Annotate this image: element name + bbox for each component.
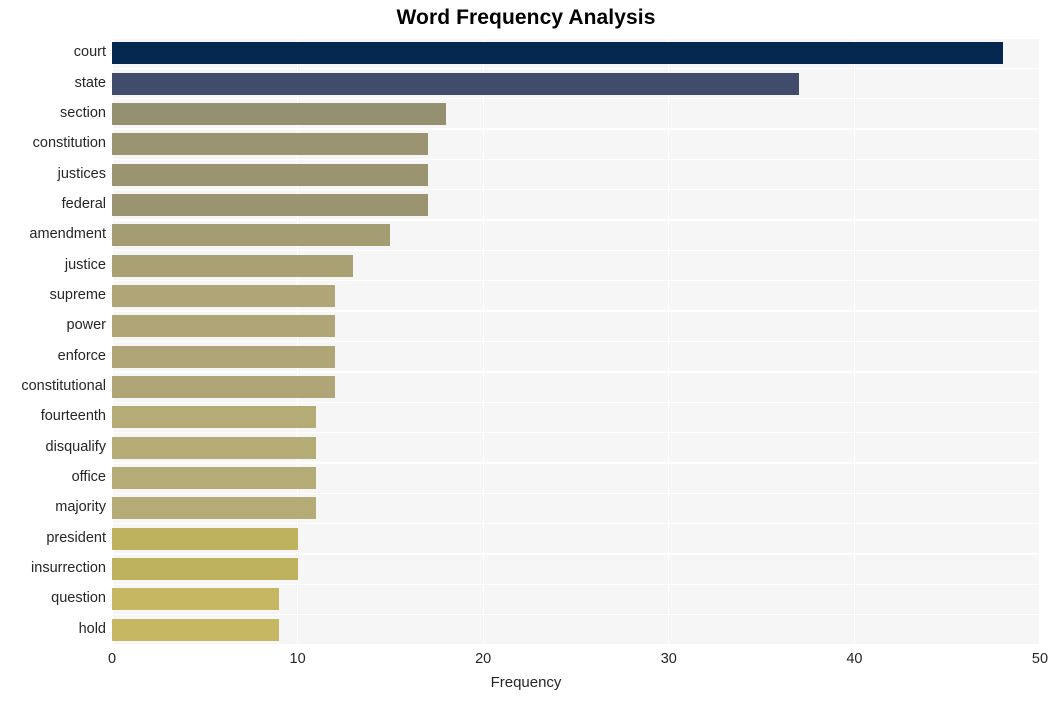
gridline-horizontal <box>112 98 1040 100</box>
y-tick-label: justice <box>64 256 106 273</box>
gridline-horizontal <box>112 189 1040 191</box>
bar <box>112 558 298 581</box>
x-tick-label: 30 <box>660 651 677 667</box>
gridline-horizontal <box>112 67 1040 70</box>
y-tick-label: federal <box>61 195 106 212</box>
bar <box>112 618 280 641</box>
y-tick-label: fourteenth <box>40 408 106 425</box>
x-axis: 0 10 20 30 40 50 <box>0 645 1052 675</box>
bar <box>112 467 317 490</box>
gridline-horizontal <box>112 401 1040 403</box>
y-tick-label: state <box>74 74 106 91</box>
y-tick-label: question <box>51 590 106 607</box>
y-tick-label: hold <box>78 620 106 637</box>
x-tick-label: 40 <box>846 651 863 667</box>
gridline-horizontal <box>112 583 1040 585</box>
gridline-horizontal <box>112 431 1040 434</box>
y-tick-label: president <box>46 529 106 546</box>
bar <box>112 193 428 216</box>
bar <box>112 436 317 459</box>
gridline-horizontal <box>112 280 1040 282</box>
x-tick-label: 20 <box>475 651 492 667</box>
plot-area <box>111 37 1041 646</box>
y-tick-label: insurrection <box>31 560 106 577</box>
bar <box>112 42 1003 65</box>
chart-figure: Word Frequency Analysis court state sectio… <box>0 0 1052 701</box>
x-axis-title: Frequency <box>490 674 562 691</box>
bar <box>112 72 799 95</box>
gridline-horizontal <box>112 613 1040 616</box>
y-tick-label: disqualify <box>45 438 106 455</box>
bar <box>112 376 335 399</box>
x-tick-label: 0 <box>107 651 117 667</box>
bar <box>112 345 335 368</box>
gridline-horizontal <box>112 219 1040 221</box>
bar <box>112 254 354 277</box>
bar <box>112 406 317 429</box>
y-tick-label: court <box>73 44 106 61</box>
x-tick-label: 50 <box>1031 651 1049 667</box>
y-tick-label: enforce <box>57 347 106 364</box>
gridline-horizontal <box>112 522 1040 525</box>
bar <box>112 284 335 307</box>
y-tick-label: amendment <box>29 226 106 243</box>
gridline-horizontal <box>112 310 1040 312</box>
bar <box>112 588 280 611</box>
bar <box>112 102 447 125</box>
y-axis: court state section constitution justices fed… <box>0 38 106 645</box>
bar <box>112 133 428 156</box>
y-tick-label: power <box>66 317 107 334</box>
gridline-horizontal <box>112 158 1040 161</box>
bar <box>112 497 317 520</box>
y-tick-label: section <box>60 104 106 121</box>
bar <box>112 224 391 247</box>
bar <box>112 163 428 186</box>
gridline-horizontal <box>112 462 1040 464</box>
gridline-horizontal <box>112 128 1040 130</box>
gridline-horizontal <box>112 249 1040 252</box>
x-tick-label: 10 <box>289 651 306 667</box>
gridline-horizontal <box>112 340 1040 343</box>
gridline-horizontal <box>112 37 1040 39</box>
y-tick-label: constitution <box>32 135 106 152</box>
gridline-horizontal <box>112 371 1040 373</box>
chart-title: Word Frequency Analysis <box>396 6 656 29</box>
y-tick-label: majority <box>55 499 106 516</box>
y-tick-label: supreme <box>49 286 106 303</box>
y-tick-label: justices <box>57 165 106 182</box>
y-tick-label: constitutional <box>21 378 106 395</box>
gridline-horizontal <box>112 492 1040 494</box>
y-tick-label: office <box>71 469 106 486</box>
bar <box>112 527 298 550</box>
bar <box>112 315 335 338</box>
gridline-horizontal <box>112 553 1040 555</box>
